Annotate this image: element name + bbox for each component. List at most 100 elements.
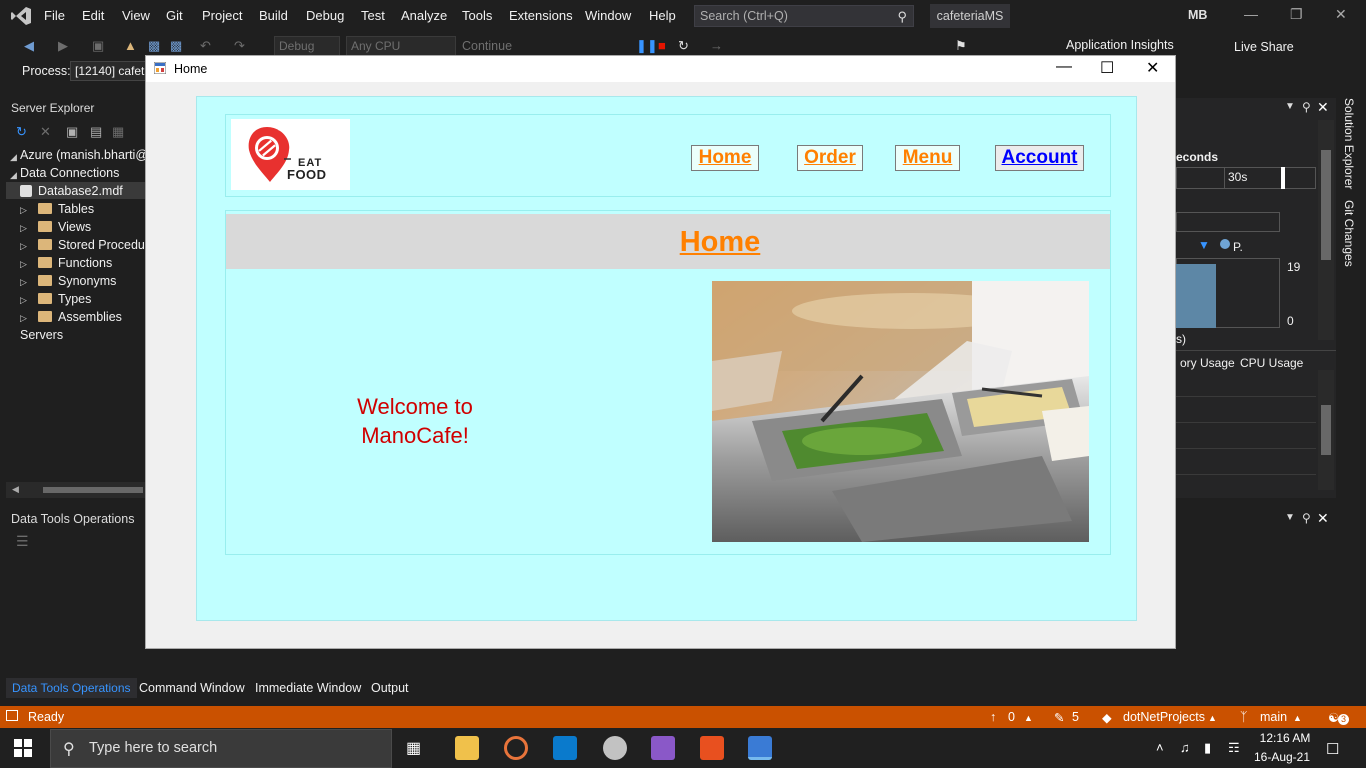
list-icon[interactable]: ☰ xyxy=(16,533,29,550)
scrollbar-thumb[interactable] xyxy=(1321,150,1331,260)
push-count[interactable]: 0 xyxy=(1008,710,1015,724)
scrollbar-thumb[interactable] xyxy=(43,487,143,493)
expand-icon[interactable]: ▷ xyxy=(20,205,27,216)
close-icon[interactable]: ✕ xyxy=(1335,6,1347,23)
tree-database[interactable]: Database2.mdf xyxy=(38,184,123,198)
nav-order-button[interactable]: Order xyxy=(797,145,863,171)
menu-window[interactable]: Window xyxy=(585,8,631,23)
timeline-cursor[interactable] xyxy=(1281,167,1285,189)
repo-name[interactable]: dotNetProjects xyxy=(1123,710,1205,724)
window-minimize-icon[interactable]: — xyxy=(1056,58,1072,76)
menu-edit[interactable]: Edit xyxy=(82,8,104,23)
menu-project[interactable]: Project xyxy=(202,8,242,23)
tree-folder-types[interactable]: Types xyxy=(58,292,91,306)
expand-icon[interactable]: ▷ xyxy=(20,223,27,234)
taskbar-time[interactable]: 12:16 AM xyxy=(1255,731,1315,745)
running-app-icon[interactable] xyxy=(748,736,772,760)
tab-command-window[interactable]: Command Window xyxy=(139,681,245,695)
dropdown-icon[interactable]: ▼ xyxy=(1285,512,1295,523)
dropdown-icon[interactable]: ▲ xyxy=(1024,713,1033,723)
tree-folder-stored-procedures[interactable]: Stored Procedur xyxy=(58,238,146,252)
refresh-icon[interactable]: ↻ xyxy=(16,124,27,140)
tree-servers[interactable]: Servers xyxy=(20,328,63,342)
step-icon[interactable]: → xyxy=(710,38,723,53)
open-folder-icon[interactable]: ▲ xyxy=(124,38,137,53)
vscode-icon[interactable] xyxy=(553,736,577,760)
tree-folder-assemblies[interactable]: Assemblies xyxy=(58,310,122,324)
minimize-icon[interactable]: — xyxy=(1244,6,1258,22)
expand-icon[interactable]: ▷ xyxy=(20,313,27,324)
pin-icon[interactable]: ⚲ xyxy=(1302,100,1311,114)
redo-icon[interactable]: ↷ xyxy=(234,38,245,54)
platform-select[interactable]: Any CPU xyxy=(346,36,456,56)
application-insights-button[interactable]: Application Insights xyxy=(1066,38,1174,52)
nav-account-button[interactable]: Account xyxy=(995,145,1084,171)
action-center-icon[interactable]: ☐ xyxy=(1326,740,1339,758)
dropdown-icon[interactable]: ▲ xyxy=(1208,713,1217,723)
taskbar-search-input[interactable]: ⚲ Type here to search xyxy=(50,729,392,768)
branch-name[interactable]: main xyxy=(1260,710,1287,724)
file-explorer-icon[interactable] xyxy=(455,736,479,760)
scroll-left-icon[interactable]: ◀ xyxy=(12,484,19,495)
battery-icon[interactable]: ▮ xyxy=(1204,740,1211,756)
push-arrow-icon[interactable]: ↑ xyxy=(990,710,996,724)
app-orange-ring-icon[interactable] xyxy=(504,736,528,760)
restore-icon[interactable]: ❐ xyxy=(1290,6,1303,23)
tree-data-connections[interactable]: Data Connections xyxy=(20,166,119,180)
branch-icon[interactable]: ᛉ xyxy=(1240,710,1248,724)
live-share-button[interactable]: Live Share xyxy=(1234,40,1294,54)
expand-icon[interactable]: ◢ xyxy=(10,152,17,163)
process-select[interactable]: [12140] cafet xyxy=(70,61,150,81)
panel-close-icon[interactable]: ✕ xyxy=(1317,510,1329,527)
wifi-icon[interactable]: ☶ xyxy=(1228,740,1240,756)
pause-icon[interactable]: ❚❚ xyxy=(636,38,658,54)
visual-studio-icon[interactable] xyxy=(651,736,675,760)
menu-extensions[interactable]: Extensions xyxy=(509,8,573,23)
repo-icon[interactable]: ◆ xyxy=(1102,710,1112,725)
bookmark-icon[interactable]: ⚑ xyxy=(955,38,967,54)
tree-folder-synonyms[interactable]: Synonyms xyxy=(58,274,116,288)
menu-debug[interactable]: Debug xyxy=(306,8,344,23)
stop-icon[interactable]: ■ xyxy=(658,38,666,53)
menu-tools[interactable]: Tools xyxy=(462,8,492,23)
tray-chevron-icon[interactable]: ˄ xyxy=(1156,740,1164,755)
tab-data-tools-operations[interactable]: Data Tools Operations xyxy=(6,678,137,698)
stop-refresh-icon[interactable]: ✕ xyxy=(40,124,51,140)
undo-icon[interactable]: ↶ xyxy=(200,38,211,54)
dropdown-icon[interactable]: ▲ xyxy=(1293,713,1302,723)
brave-browser-icon[interactable] xyxy=(700,736,724,760)
connect-server-icon[interactable]: ▤ xyxy=(90,124,102,140)
volume-icon[interactable]: ♫ xyxy=(1180,740,1190,755)
windows-start-icon[interactable] xyxy=(14,739,32,757)
cpu-usage-tab[interactable]: CPU Usage xyxy=(1240,356,1303,370)
paint-icon[interactable] xyxy=(603,736,627,760)
save-icon[interactable]: ▩ xyxy=(148,38,160,54)
panel-close-icon[interactable]: ✕ xyxy=(1317,99,1329,116)
home-window-titlebar[interactable] xyxy=(146,56,1175,82)
menu-help[interactable]: Help xyxy=(649,8,676,23)
collapse-icon[interactable]: ◢ xyxy=(10,170,17,181)
nav-home-button[interactable]: Home xyxy=(691,145,759,171)
dropdown-icon[interactable]: ▼ xyxy=(1285,101,1295,112)
forward-icon[interactable]: ▶ xyxy=(58,38,68,54)
pencil-icon[interactable]: ✎ xyxy=(1054,710,1064,725)
tree-azure[interactable]: Azure (manish.bharti@r xyxy=(20,148,152,162)
back-icon[interactable]: ◀ xyxy=(24,38,34,54)
taskbar-date[interactable]: 16-Aug-21 xyxy=(1250,750,1314,764)
server-icon[interactable]: ▦ xyxy=(112,124,124,140)
user-avatar[interactable]: MB xyxy=(1188,8,1207,22)
memory-usage-tab[interactable]: ory Usage xyxy=(1180,356,1235,370)
expand-icon[interactable]: ▷ xyxy=(20,259,27,270)
menu-analyze[interactable]: Analyze xyxy=(401,8,447,23)
menu-view[interactable]: View xyxy=(122,8,150,23)
pin-icon[interactable]: ⚲ xyxy=(1302,511,1311,525)
menu-test[interactable]: Test xyxy=(361,8,385,23)
tree-folder-views[interactable]: Views xyxy=(58,220,91,234)
continue-button[interactable]: Continue xyxy=(462,39,512,53)
expand-icon[interactable]: ▷ xyxy=(20,277,27,288)
tab-immediate-window[interactable]: Immediate Window xyxy=(255,681,361,695)
connect-database-icon[interactable]: ▣ xyxy=(66,124,78,140)
scrollbar-thumb[interactable] xyxy=(1321,405,1331,455)
vs-search-input[interactable]: Search (Ctrl+Q) ⚲ xyxy=(694,5,914,27)
tree-folder-functions[interactable]: Functions xyxy=(58,256,112,270)
